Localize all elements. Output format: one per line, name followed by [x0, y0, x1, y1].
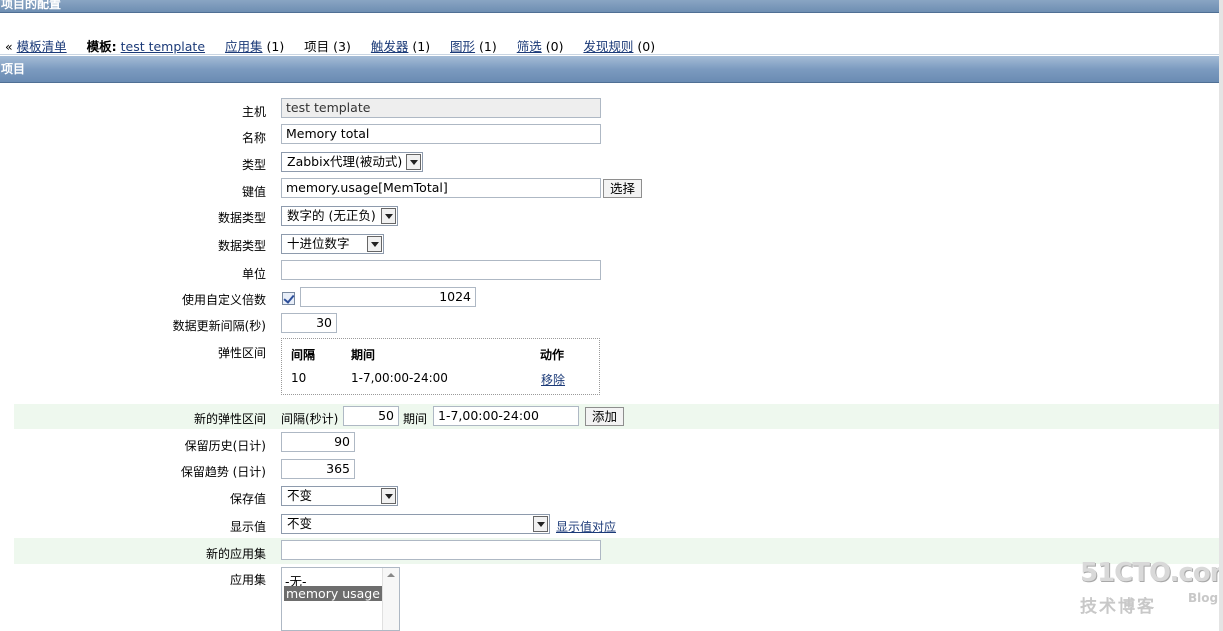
- items-label: 项目: [304, 39, 330, 54]
- new-flex-interval-input[interactable]: 50: [343, 406, 399, 426]
- triggers-count: (1): [412, 39, 431, 54]
- multiplier-input[interactable]: 1024: [300, 287, 476, 307]
- discovery-count: (0): [637, 39, 656, 54]
- value-type-label: 数据类型: [217, 211, 266, 225]
- navigation-bar: « 模板清单 模板: test template 应用集 (1) 项目 (3) …: [0, 14, 1223, 55]
- new-flex-label: 新的弹性区间: [193, 412, 266, 426]
- new-flex-interval-label: 间隔(秒计): [281, 412, 339, 426]
- config-title: 项目的配置: [1, 0, 62, 11]
- store-select-value: 不变: [287, 488, 313, 503]
- new-app-input[interactable]: [281, 540, 601, 560]
- type-label: 类型: [241, 158, 266, 172]
- triggers-link[interactable]: 触发器: [371, 39, 409, 54]
- value-type-select-value: 数字的 (无正负): [287, 208, 376, 223]
- show-label: 显示值: [229, 520, 266, 534]
- multiplier-label: 使用自定义倍数: [181, 293, 266, 307]
- new-app-label: 新的应用集: [205, 547, 266, 561]
- screens-count: (0): [545, 39, 564, 54]
- select-key-button[interactable]: 选择: [603, 179, 643, 198]
- value-type-select[interactable]: 数字的 (无正负): [281, 206, 398, 226]
- watermark-line3: Blog: [1188, 591, 1219, 605]
- screens-link[interactable]: 筛选: [517, 39, 542, 54]
- new-flex-period-label: 期间: [403, 412, 428, 426]
- new-flex-period-input[interactable]: 1-7,00:00-24:00: [433, 406, 579, 426]
- type-select[interactable]: Zabbix代理(被动式): [281, 152, 423, 172]
- watermark-line1: 51CTO.com: [1080, 558, 1223, 588]
- flex-header-action: 动作: [540, 348, 565, 362]
- app-option-memory-usage[interactable]: memory usage: [284, 586, 382, 601]
- items-title: 项目: [1, 62, 26, 76]
- items-count: (3): [333, 39, 351, 54]
- chevron-down-icon: [406, 154, 421, 170]
- new-app-row: [14, 538, 1223, 564]
- delay-label: 数据更新间隔(秒): [172, 319, 266, 333]
- data-type-select-value: 十进位数字: [287, 236, 350, 251]
- watermark-line2: 技术博客: [1080, 597, 1156, 617]
- trends-input[interactable]: 365: [281, 459, 355, 479]
- breadcrumb: « 模板清单 模板: test template 应用集 (1) 项目 (3) …: [5, 40, 655, 54]
- chevron-down-icon: [533, 516, 548, 532]
- history-input[interactable]: 90: [281, 432, 355, 452]
- discovery-link[interactable]: 发现规则: [583, 39, 633, 54]
- multiplier-checkbox[interactable]: [282, 292, 295, 305]
- applications-count: (1): [266, 39, 285, 54]
- units-label: 单位: [241, 267, 266, 281]
- listbox-scrollbar[interactable]: [382, 568, 399, 630]
- items-title-bar: 项目: [0, 56, 1223, 83]
- flex-header-interval: 间隔: [291, 348, 316, 362]
- value-mapping-link[interactable]: 显示值对应: [556, 518, 616, 535]
- flex-remove-link[interactable]: 移除: [541, 371, 565, 388]
- applications-listbox[interactable]: -无- memory usage: [281, 567, 400, 631]
- back-arrow-icon: «: [5, 39, 13, 54]
- chevron-down-icon: [367, 236, 382, 252]
- flex-header-period: 期间: [351, 348, 376, 362]
- data-type-select[interactable]: 十进位数字: [281, 234, 384, 254]
- type-select-value: Zabbix代理(被动式): [287, 154, 403, 169]
- delay-input[interactable]: 30: [281, 313, 337, 333]
- key-input[interactable]: memory.usage[MemTotal]: [281, 178, 601, 198]
- chevron-down-icon: [381, 208, 396, 224]
- flex-row-period: 1-7,00:00-24:00: [351, 371, 448, 385]
- store-select[interactable]: 不变: [281, 486, 398, 506]
- show-select-value: 不变: [287, 516, 313, 531]
- name-label: 名称: [241, 131, 266, 145]
- show-select[interactable]: 不变: [281, 514, 550, 534]
- template-list-link[interactable]: 模板清单: [17, 39, 67, 54]
- flex-label: 弹性区间: [217, 346, 266, 360]
- flex-row-interval: 10: [291, 371, 307, 385]
- page-scrollbar[interactable]: [1219, 0, 1223, 631]
- flex-intervals-table: 间隔 期间 动作 10 1-7,00:00-24:00 移除: [281, 338, 600, 395]
- watermark-logo: 51CTO.com 技术博客 Blog: [1080, 558, 1223, 618]
- template-label: 模板:: [86, 39, 117, 54]
- data-type-label: 数据类型: [217, 239, 266, 253]
- host-field: test template: [281, 98, 601, 118]
- chevron-down-icon: [381, 488, 396, 504]
- host-label: 主机: [241, 105, 266, 119]
- name-input[interactable]: Memory total: [281, 124, 601, 144]
- store-label: 保存值: [229, 492, 266, 506]
- key-label: 键值: [241, 185, 266, 199]
- units-input[interactable]: [281, 260, 601, 280]
- history-label: 保留历史(日计): [184, 439, 266, 453]
- graphs-count: (1): [479, 39, 497, 54]
- config-title-bar: 项目的配置: [0, 0, 1223, 13]
- graphs-link[interactable]: 图形: [450, 39, 475, 54]
- applications-link[interactable]: 应用集: [225, 39, 263, 54]
- trends-label: 保留趋势 (日计): [180, 465, 266, 479]
- apps-label: 应用集: [229, 573, 266, 587]
- add-flex-button[interactable]: 添加: [585, 407, 625, 426]
- template-name-link[interactable]: test template: [121, 39, 205, 54]
